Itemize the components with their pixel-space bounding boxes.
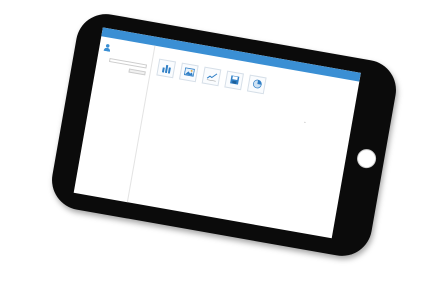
user-avatar-icon (103, 44, 110, 52)
tile-label (225, 90, 240, 93)
save-disk-icon (230, 75, 240, 85)
mouse-cursor-icon (304, 121, 306, 123)
tile-label (179, 82, 194, 85)
tile-line-chart[interactable] (201, 66, 222, 89)
home-button[interactable] (355, 147, 378, 170)
pie-chart-icon (253, 79, 262, 89)
search-input[interactable] (108, 57, 148, 69)
tablet-device-frame (47, 9, 401, 261)
tile-pie-chart[interactable] (246, 74, 267, 97)
tile-save[interactable] (224, 70, 244, 93)
tile-row (156, 58, 267, 97)
tile-label (202, 86, 217, 89)
bar-chart-icon (161, 64, 171, 74)
tile-label (247, 94, 262, 97)
image-gallery-icon (183, 67, 195, 77)
tile-label (157, 78, 172, 81)
tile-image-gallery[interactable] (178, 62, 199, 85)
scene (0, 0, 436, 287)
line-chart-icon (206, 73, 218, 82)
search-button[interactable] (128, 68, 146, 76)
tablet-screen (73, 27, 361, 239)
main-content (128, 46, 359, 239)
tile-bar-chart[interactable] (156, 58, 177, 81)
